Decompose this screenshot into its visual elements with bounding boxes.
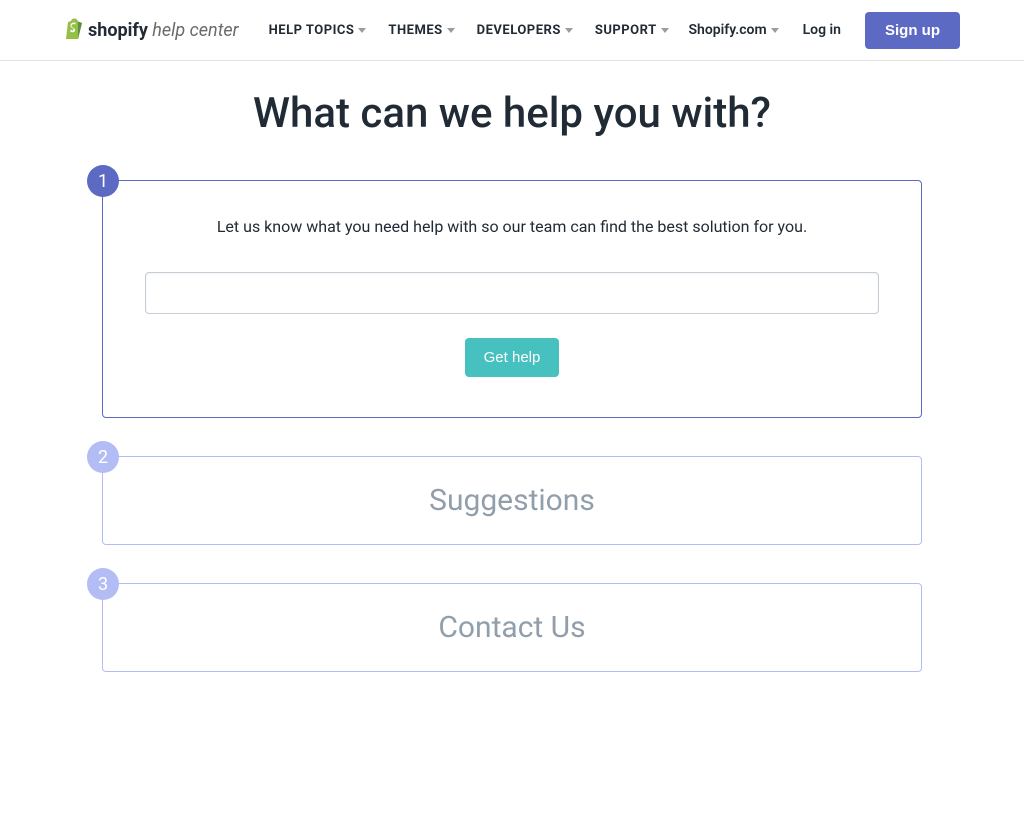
header-left: shopify help center HELP TOPICS THEMES D… (64, 17, 669, 43)
main-content: What can we help you with? 1 Let us know… (52, 61, 972, 672)
step-1-prompt: Let us know what you need help with so o… (143, 217, 881, 236)
chevron-down-icon (447, 28, 455, 33)
nav-support[interactable]: SUPPORT (595, 23, 669, 38)
step-3-title: Contact Us (143, 610, 881, 645)
header: shopify help center HELP TOPICS THEMES D… (0, 0, 1024, 61)
step-2-title: Suggestions (143, 483, 881, 518)
login-link[interactable]: Log in (803, 22, 841, 38)
step-3-box: 3 Contact Us (102, 583, 922, 672)
step-3-badge: 3 (87, 568, 119, 600)
signup-button[interactable]: Sign up (865, 12, 960, 49)
main-nav: HELP TOPICS THEMES DEVELOPERS SUPPORT (269, 23, 669, 38)
logo-text: shopify help center (88, 20, 239, 41)
step-1-badge: 1 (87, 165, 119, 197)
nav-developers[interactable]: DEVELOPERS (477, 23, 573, 38)
chevron-down-icon (661, 28, 669, 33)
logo[interactable]: shopify help center (64, 17, 239, 43)
page-title: What can we help you with? (102, 89, 922, 138)
chevron-down-icon (358, 28, 366, 33)
step-2-box: 2 Suggestions (102, 456, 922, 545)
get-help-button[interactable]: Get help (465, 338, 560, 377)
header-right: Shopify.com Log in Sign up (688, 12, 960, 49)
chevron-down-icon (771, 28, 779, 33)
step-1-box: 1 Let us know what you need help with so… (102, 180, 922, 418)
shopify-bag-icon (64, 17, 84, 43)
chevron-down-icon (565, 28, 573, 33)
shopify-com-link[interactable]: Shopify.com (688, 22, 778, 38)
help-input[interactable] (145, 272, 879, 314)
nav-themes[interactable]: THEMES (388, 23, 454, 38)
nav-help-topics[interactable]: HELP TOPICS (269, 23, 367, 38)
step-2-badge: 2 (87, 441, 119, 473)
